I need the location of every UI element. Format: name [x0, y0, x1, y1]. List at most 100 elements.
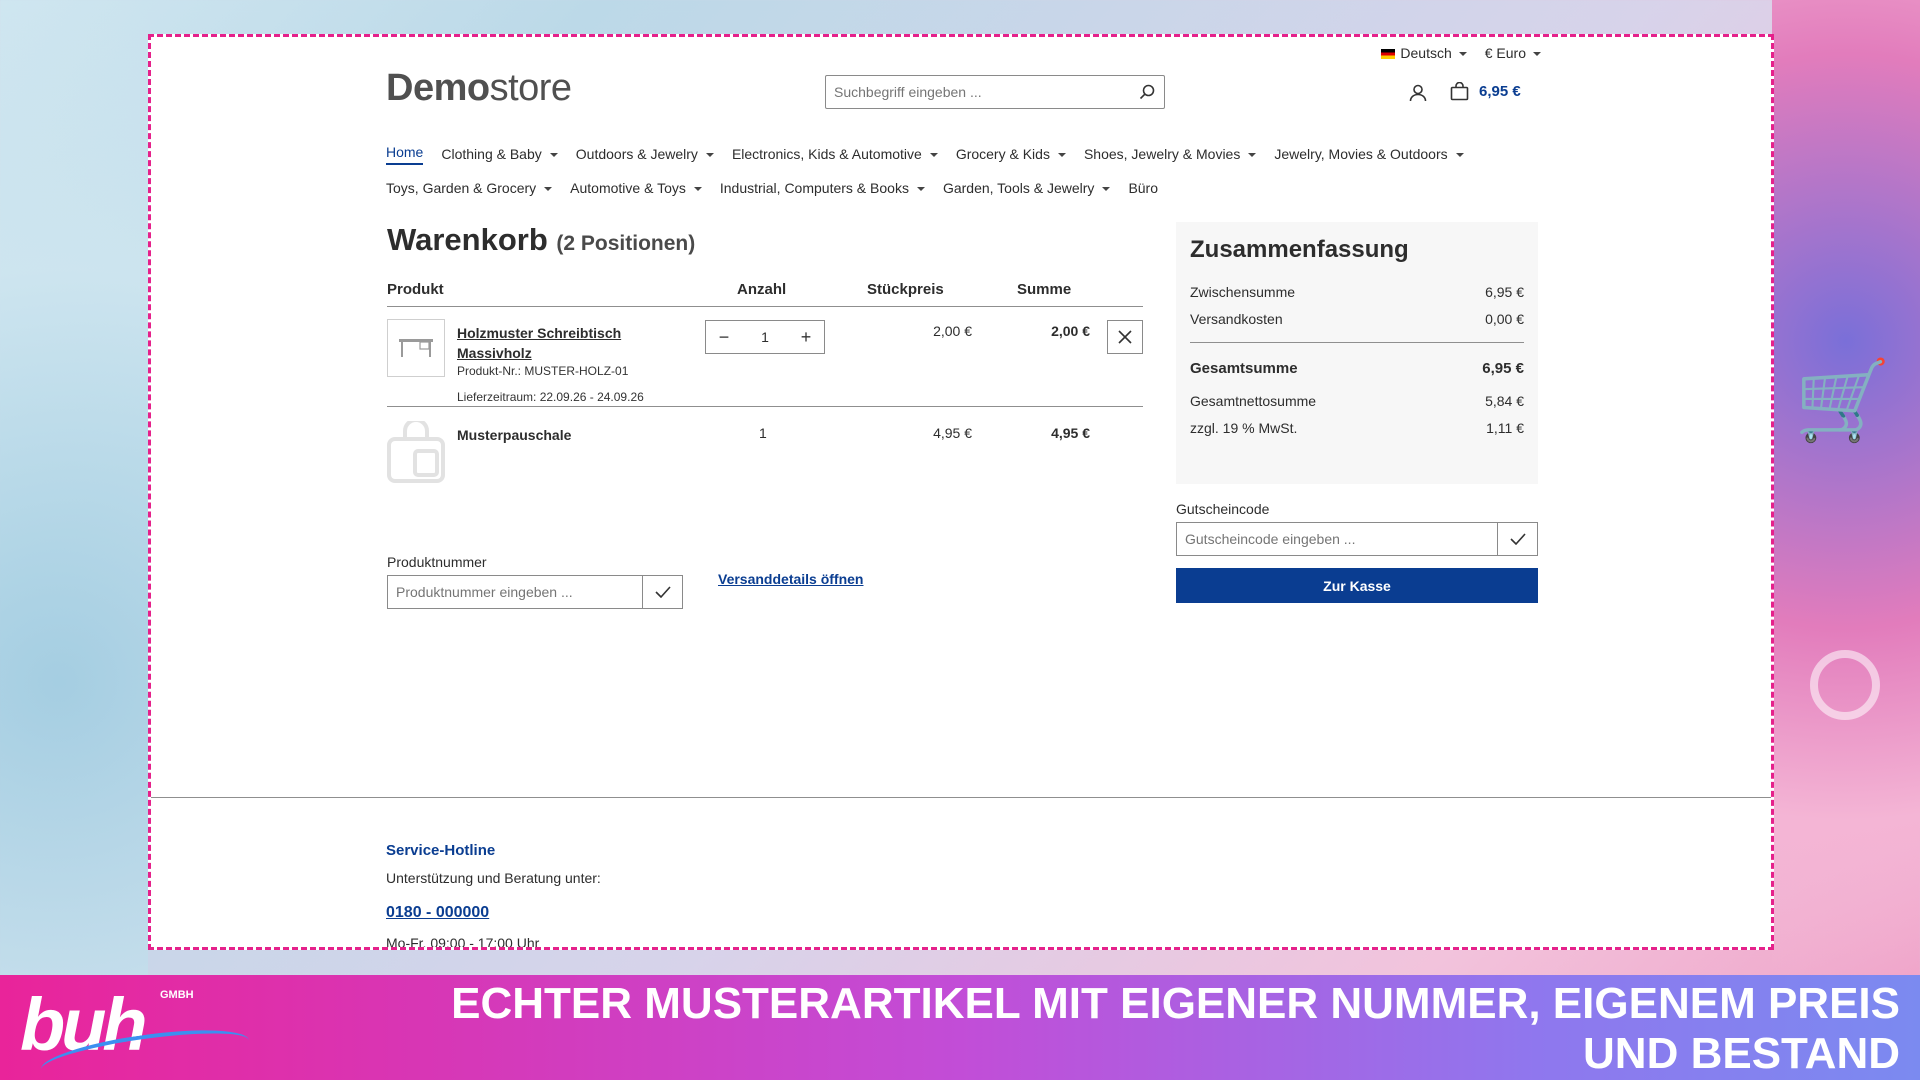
footer-hotline-title: Service-Hotline — [386, 842, 496, 859]
cart-item-count: (2 Positionen) — [556, 232, 696, 255]
summary-vat-row: zzgl. 19 % MwSt. 1,11 € — [1190, 414, 1524, 441]
shipping-value: 0,00 € — [1485, 310, 1524, 327]
nav-row-2: Toys, Garden & Grocery Automotive & Toys I… — [386, 171, 1536, 205]
cart-title-text: Warenkorb — [387, 222, 548, 257]
unit-price: 4,95 € — [933, 425, 972, 441]
nav-item-jewelry-movies-outdoors[interactable]: Jewelry, Movies & Outdoors — [1274, 146, 1463, 162]
summary-title: Zusammenfassung — [1190, 236, 1409, 263]
product-number-submit[interactable] — [642, 576, 682, 608]
search-input[interactable] — [826, 76, 1130, 108]
background-decoration-left — [0, 0, 148, 975]
close-icon — [1118, 330, 1132, 344]
checkout-button[interactable]: Zur Kasse — [1176, 568, 1538, 603]
nav-item-shoes-jewelry-movies[interactable]: Shoes, Jewelry & Movies — [1084, 146, 1256, 162]
voucher-submit[interactable] — [1497, 523, 1537, 555]
quantity-value[interactable]: 1 — [761, 329, 769, 345]
summary-net-row: Gesamtnettosumme 5,84 € — [1190, 387, 1524, 414]
subtotal-label: Zwischensumme — [1190, 283, 1296, 300]
product-thumbnail[interactable] — [387, 319, 445, 377]
voucher-form — [1176, 522, 1538, 556]
nav-item-clothing-baby[interactable]: Clothing & Baby — [441, 146, 557, 162]
total-value: 6,95 € — [1482, 359, 1524, 377]
top-bar: Deutsch € Euro — [1381, 45, 1541, 61]
summary-total-row: Gesamtsumme 6,95 € — [1190, 349, 1524, 387]
order-summary: Zusammenfassung Zwischensumme 6,95 € Vers… — [1176, 222, 1538, 484]
checkmark-icon — [1509, 533, 1526, 545]
currency-selector[interactable]: € Euro — [1485, 45, 1541, 61]
nav-item-toys-garden-grocery[interactable]: Toys, Garden & Grocery — [386, 180, 552, 196]
footer-divider — [151, 797, 1771, 798]
nav-row-1: Home Clothing & Baby Outdoors & Jewelry Ele… — [386, 137, 1536, 171]
main-navigation: Home Clothing & Baby Outdoors & Jewelry Ele… — [386, 137, 1536, 205]
company-logo-suffix: GMBH — [160, 989, 194, 1001]
remove-item-button[interactable] — [1107, 320, 1143, 354]
logo-bold: Demo — [386, 67, 490, 109]
product-name: Musterpauschale — [457, 427, 572, 443]
nav-item-büro[interactable]: Büro — [1128, 180, 1158, 196]
cart-bag-icon — [1450, 82, 1469, 101]
desk-icon — [399, 339, 433, 357]
col-product: Produkt — [387, 281, 444, 298]
delivery-period: Lieferzeitraum: 22.09.26 - 24.09.26 — [457, 390, 644, 404]
cart-line-item: Holzmuster Schreibtisch Massivholz Produ… — [387, 307, 1143, 407]
header-cart-button[interactable]: 6,95 € — [1450, 82, 1521, 101]
summary-subtotal-row: Zwischensumme 6,95 € — [1190, 278, 1524, 305]
product-number-form — [387, 575, 683, 609]
store-logo[interactable]: Demostore — [386, 67, 572, 110]
summary-shipping-row: Versandkosten 0,00 € — [1190, 305, 1524, 332]
summary-divider — [1190, 342, 1524, 343]
col-quantity: Anzahl — [737, 281, 787, 298]
voucher-input[interactable] — [1177, 523, 1497, 555]
line-sum: 4,95 € — [1051, 425, 1090, 441]
subtotal-value: 6,95 € — [1485, 283, 1524, 300]
minus-icon[interactable]: − — [716, 327, 732, 348]
net-label: Gesamtnettosumme — [1190, 392, 1317, 409]
caption-banner: buh GMBH Echter Musterartikel mit eigene… — [0, 975, 1920, 1080]
bag-placeholder-icon — [387, 418, 445, 483]
quantity-stepper: − 1 + — [705, 320, 825, 354]
net-value: 5,84 € — [1485, 392, 1524, 409]
vat-value: 1,11 € — [1486, 419, 1524, 436]
logo-light: store — [489, 67, 572, 109]
nav-item-outdoors-jewelry[interactable]: Outdoors & Jewelry — [576, 146, 714, 162]
col-unit-price: Stückpreis — [867, 281, 944, 298]
footer-phone-link[interactable]: 0180 - 000000 — [386, 904, 489, 922]
total-label: Gesamtsumme — [1190, 359, 1298, 377]
cart-line-item: Musterpauschale 1 4,95 € 4,95 € — [387, 409, 1143, 489]
checkmark-icon — [654, 586, 671, 598]
page-title: Warenkorb (2 Positionen) — [387, 222, 695, 258]
nav-item-home[interactable]: Home — [386, 144, 424, 165]
product-number-input[interactable] — [388, 576, 642, 608]
background-decoration-right: 🛒 — [1772, 0, 1920, 975]
nav-item-industrial-computers-books[interactable]: Industrial, Computers & Books — [720, 180, 925, 196]
language-label: Deutsch — [1400, 45, 1452, 61]
shipping-details-link[interactable]: Versanddetails öffnen — [718, 571, 863, 587]
shipping-label: Versandkosten — [1190, 310, 1283, 327]
quantity-value: 1 — [759, 425, 767, 441]
product-number-label: Produktnummer — [387, 554, 487, 570]
nav-item-garden-tools-jewelry[interactable]: Garden, Tools & Jewelry — [943, 180, 1110, 196]
shopping-cart-icon: 🛒 — [1794, 356, 1892, 444]
language-selector[interactable]: Deutsch — [1381, 45, 1466, 61]
cart-table-header: Produkt Anzahl Stückpreis Summe — [387, 279, 1143, 307]
nav-item-electronics-kids-automotive[interactable]: Electronics, Kids & Automotive — [732, 146, 938, 162]
nav-item-automotive-toys[interactable]: Automotive & Toys — [570, 180, 702, 196]
german-flag-icon — [1381, 49, 1396, 59]
line-sum: 2,00 € — [1051, 323, 1090, 339]
decorative-circle — [1810, 650, 1880, 720]
company-logo: buh GMBH — [20, 985, 252, 1080]
footer-hours: Mo-Fr, 09:00 - 17:00 Uhr — [386, 935, 540, 950]
search-icon[interactable] — [1130, 76, 1164, 108]
voucher-label: Gutscheincode — [1176, 501, 1270, 517]
caption-text: Echter Musterartikel mit eigener Nummer,… — [451, 979, 1900, 1078]
vat-label: zzgl. 19 % MwSt. — [1190, 419, 1298, 436]
account-icon[interactable] — [1409, 84, 1427, 107]
product-name-link[interactable]: Holzmuster Schreibtisch Massivholz — [457, 323, 647, 363]
nav-item-grocery-kids[interactable]: Grocery & Kids — [956, 146, 1066, 162]
unit-price: 2,00 € — [933, 323, 972, 339]
col-sum: Summe — [1017, 281, 1072, 298]
currency-label: € Euro — [1484, 45, 1526, 61]
placeholder-product-image — [387, 418, 445, 483]
plus-icon[interactable]: + — [798, 327, 814, 348]
search-box — [825, 75, 1165, 109]
